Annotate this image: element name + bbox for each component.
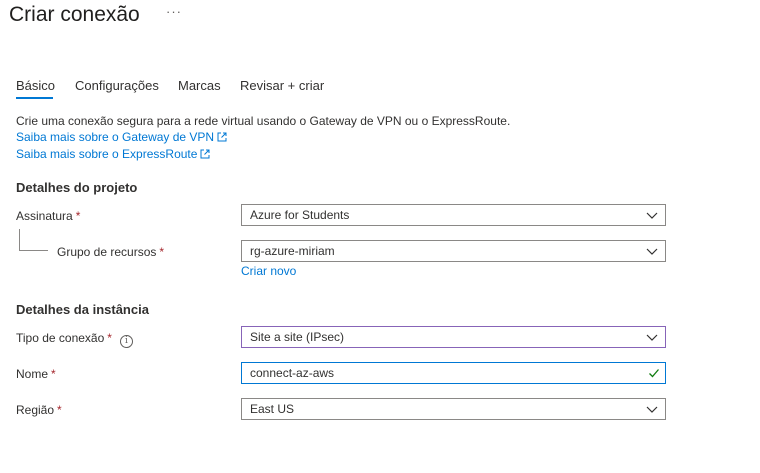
info-icon[interactable]: i: [119, 335, 133, 348]
required-marker: *: [159, 245, 165, 259]
resource-group-label-text: Grupo de recursos: [57, 245, 157, 259]
external-link-icon: [200, 148, 210, 162]
subscription-label: Assinatura *: [16, 208, 80, 224]
name-label: Nome *: [16, 366, 56, 382]
learn-more-vpn-link-text: Saiba mais sobre o Gateway de VPN: [16, 130, 215, 144]
learn-more-vpn-link[interactable]: Saiba mais sobre o Gateway de VPN: [16, 130, 227, 145]
resource-group-value: rg-azure-miriam: [250, 244, 335, 258]
region-label: Região *: [16, 402, 62, 418]
region-value: East US: [250, 402, 295, 416]
instance-details-heading: Detalhes da instância: [16, 302, 149, 317]
name-input[interactable]: connect-az-aws: [241, 362, 666, 384]
required-marker: *: [57, 403, 62, 417]
connection-type-label-text: Tipo de conexão: [16, 331, 105, 345]
chevron-down-icon: [646, 245, 658, 260]
checkmark-icon: [648, 367, 660, 382]
active-tab-indicator: [16, 97, 53, 99]
subscription-value: Azure for Students: [250, 208, 350, 222]
region-label-text: Região: [16, 403, 55, 417]
resource-group-dropdown[interactable]: rg-azure-miriam: [241, 240, 666, 262]
name-label-text: Nome: [16, 367, 49, 381]
tree-connector-horizontal: [19, 250, 48, 251]
required-marker: *: [75, 209, 81, 223]
required-marker: *: [51, 367, 56, 381]
resource-group-label: Grupo de recursos *: [57, 244, 164, 260]
region-dropdown[interactable]: East US: [241, 398, 666, 420]
tab-configuracoes[interactable]: Configurações: [75, 78, 159, 94]
chevron-down-icon: [646, 403, 658, 418]
tree-connector-vertical: [19, 229, 20, 250]
connection-type-label: Tipo de conexão * i: [16, 330, 133, 348]
required-marker: *: [107, 331, 112, 345]
connection-type-value: Site a site (IPsec): [250, 330, 345, 344]
learn-more-expressroute-link[interactable]: Saiba mais sobre o ExpressRoute: [16, 147, 210, 162]
subscription-label-text: Assinatura: [16, 209, 73, 223]
create-new-resource-group-link[interactable]: Criar novo: [241, 264, 296, 278]
subscription-dropdown[interactable]: Azure for Students: [241, 204, 666, 226]
chevron-down-icon: [646, 209, 658, 224]
chevron-down-icon: [646, 331, 658, 346]
intro-description: Crie uma conexão segura para a rede virt…: [16, 114, 511, 128]
tab-marcas[interactable]: Marcas: [178, 78, 221, 94]
tab-basico[interactable]: Básico: [16, 78, 55, 94]
tab-revisar-criar[interactable]: Revisar + criar: [240, 78, 324, 94]
project-details-heading: Detalhes do projeto: [16, 180, 138, 195]
name-value: connect-az-aws: [250, 366, 335, 380]
external-link-icon: [217, 131, 227, 145]
page-title: Criar conexão: [9, 3, 140, 26]
connection-type-dropdown[interactable]: Site a site (IPsec): [241, 326, 666, 348]
more-options-button[interactable]: ···: [166, 4, 182, 19]
learn-more-expressroute-link-text: Saiba mais sobre o ExpressRoute: [16, 147, 198, 161]
